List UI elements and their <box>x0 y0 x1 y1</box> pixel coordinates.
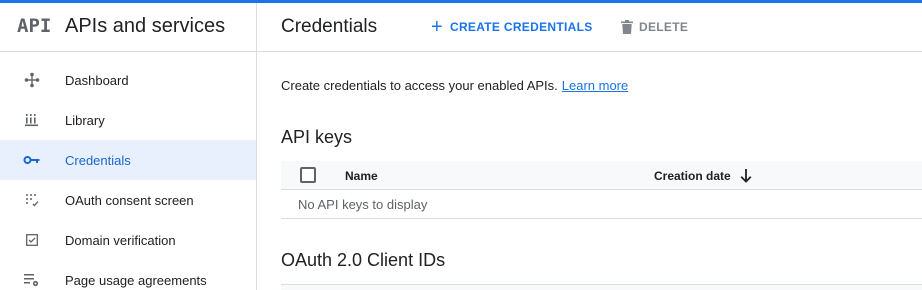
main-content: Credentials + CREATE CREDENTIALS DELETE … <box>257 3 922 290</box>
api-keys-table-header: Name Creation date <box>281 161 922 190</box>
sidebar: API APIs and services Dashboard Library … <box>0 3 257 290</box>
sidebar-item-credentials[interactable]: Credentials <box>0 140 256 180</box>
api-logo[interactable]: API <box>17 15 51 37</box>
delete-button[interactable]: DELETE <box>621 17 688 37</box>
column-header-creation-date-label: Creation date <box>654 169 731 183</box>
sidebar-item-label: OAuth consent screen <box>65 192 194 208</box>
intro-text: Create credentials to access your enable… <box>281 78 628 93</box>
page-header: Credentials + CREATE CREDENTIALS DELETE <box>257 3 922 52</box>
library-icon <box>22 112 42 128</box>
learn-more-link[interactable]: Learn more <box>562 78 628 93</box>
sidebar-item-label: Library <box>65 112 105 128</box>
sidebar-item-domain-verification[interactable]: Domain verification <box>0 220 256 260</box>
api-keys-heading: API keys <box>281 127 353 147</box>
sidebar-item-label: Domain verification <box>65 232 176 248</box>
oauth-consent-icon <box>22 192 42 208</box>
arrow-down-icon <box>740 169 752 183</box>
empty-state-text: No API keys to display <box>298 197 428 212</box>
sidebar-item-label: Page usage agreements <box>65 272 207 288</box>
sidebar-title[interactable]: APIs and services <box>65 15 225 38</box>
sidebar-nav: Dashboard Library Credentials OAuth cons… <box>0 60 256 290</box>
oauth-table-header <box>281 284 922 290</box>
column-header-creation-date[interactable]: Creation date <box>654 169 752 183</box>
sidebar-item-dashboard[interactable]: Dashboard <box>0 60 256 100</box>
plus-icon: + <box>431 16 443 38</box>
key-icon <box>22 152 42 168</box>
oauth-client-ids-heading: OAuth 2.0 Client IDs <box>281 250 446 270</box>
checkbox-verify-icon <box>22 232 42 248</box>
sidebar-header: API APIs and services <box>0 3 256 52</box>
column-header-name[interactable]: Name <box>345 169 378 183</box>
create-credentials-label: CREATE CREDENTIALS <box>449 20 593 34</box>
delete-label: DELETE <box>639 20 689 34</box>
sidebar-item-page-usage-agreements[interactable]: Page usage agreements <box>0 260 256 290</box>
api-keys-empty-row: No API keys to display <box>281 190 922 219</box>
trash-icon <box>621 20 633 34</box>
sidebar-item-library[interactable]: Library <box>0 100 256 140</box>
intro-sentence: Create credentials to access your enable… <box>281 78 558 93</box>
page-title: Credentials <box>281 16 378 37</box>
sidebar-item-label: Dashboard <box>65 72 129 88</box>
create-credentials-button[interactable]: + CREATE CREDENTIALS <box>431 17 593 37</box>
select-all-checkbox[interactable] <box>300 167 316 183</box>
dashboard-icon <box>22 72 42 88</box>
sidebar-item-oauth-consent-screen[interactable]: OAuth consent screen <box>0 180 256 220</box>
settings-list-icon <box>22 272 42 288</box>
sidebar-item-label: Credentials <box>65 152 131 168</box>
